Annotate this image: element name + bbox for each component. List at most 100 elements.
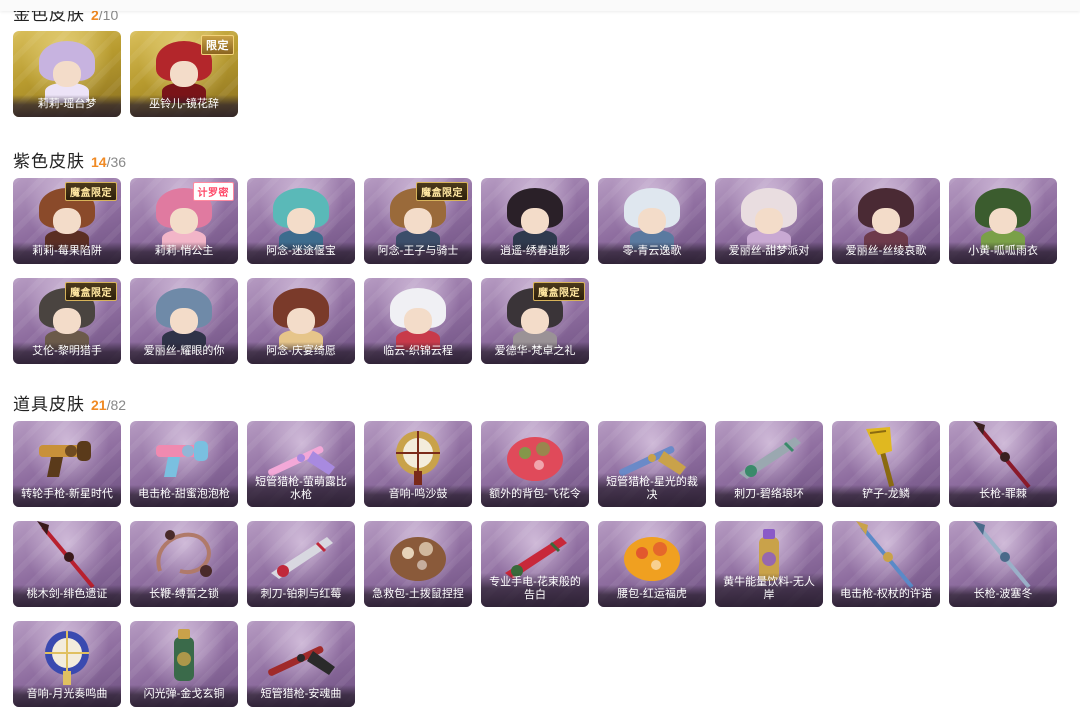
portrait-face [287, 308, 315, 334]
skin-card[interactable]: 短管猎枪-萤萌露比水枪 [247, 421, 355, 507]
portrait-face [170, 61, 198, 87]
skin-card[interactable]: 转轮手枪-新星时代 [13, 421, 121, 507]
skin-name: 爱德华-梵卓之礼 [481, 342, 589, 364]
skin-name: 电击枪-甜蜜泡泡枪 [130, 485, 238, 507]
skin-card[interactable]: 魔盒限定 爱德华-梵卓之礼 [481, 278, 589, 364]
skin-name: 急救包-土拨鼠捏捏 [364, 585, 472, 607]
skin-name: 爱丽丝-耀眼的你 [130, 342, 238, 364]
skin-name: 转轮手枪-新星时代 [13, 485, 121, 507]
skin-card[interactable]: 魔盒限定阿念-王子与骑士 [364, 178, 472, 264]
owned-count: 14 [91, 154, 107, 170]
skin-card[interactable]: 长枪-波塞冬 [949, 521, 1057, 607]
skin-card[interactable]: 腰包-红运福虎 [598, 521, 706, 607]
skin-card[interactable]: 音响-鸣沙鼓 [364, 421, 472, 507]
skin-card[interactable]: 刺刀-铂刺与红莓 [247, 521, 355, 607]
skin-grid: 转轮手枪-新星时代 电击枪-甜蜜泡泡枪 短管猎枪-萤萌露比水枪 音响-鸣沙鼓 额… [13, 421, 1073, 707]
character-portrait [390, 288, 446, 350]
skin-card[interactable]: 短管猎枪-星光的裁决 [598, 421, 706, 507]
skin-name: 莉莉-瑶台梦 [13, 95, 121, 117]
character-portrait [273, 188, 329, 250]
gun-illustration-icon [39, 441, 91, 477]
skin-card[interactable]: 魔盒限定莉莉-莓果陷阱 [13, 178, 121, 264]
limited-badge: 魔盒限定 [65, 182, 117, 201]
skin-name: 阿念-王子与骑士 [364, 242, 472, 264]
skin-card[interactable]: 逍遥-绣春逍影 [481, 178, 589, 264]
skin-card[interactable]: 临云-织锦云程 [364, 278, 472, 364]
skin-name: 音响-鸣沙鼓 [364, 485, 472, 507]
skin-card[interactable]: 阿念-迷途偃宝 [247, 178, 355, 264]
skin-card[interactable]: 音响-月光奏鸣曲 [13, 621, 121, 707]
drum-illustration-icon [396, 431, 440, 485]
section-2: 道具皮肤 21/82 转轮手枪-新星时代 电击枪-甜蜜泡泡枪 短管猎枪-萤萌露比水… [13, 390, 1073, 707]
portrait-face [638, 208, 666, 234]
portrait-face [287, 208, 315, 234]
skin-card[interactable]: 闪光弹-金戈玄铜 [130, 621, 238, 707]
skin-name: 桃木剑-绯色遗证 [13, 585, 121, 607]
skin-name: 爱丽丝-丝绫哀歌 [832, 242, 940, 264]
skin-card[interactable]: 黄牛能量饮料-无人岸 [715, 521, 823, 607]
skin-name: 电击枪-权杖的许诺 [832, 585, 940, 607]
skin-card[interactable]: 刺刀-碧络琅环 [715, 421, 823, 507]
top-bar [0, 0, 1080, 11]
owned-count: 21 [91, 397, 107, 413]
bottle-illustration-icon [174, 629, 194, 681]
skin-card[interactable]: 电击枪-权杖的许诺 [832, 521, 940, 607]
skin-grid: 魔盒限定莉莉-莓果陷阱 计罗密 莉莉-悄公主 阿念-迷途偃宝 魔盒限定阿念-王子与… [13, 178, 1073, 364]
gun-illustration-icon [156, 441, 208, 477]
skin-name: 长枪-波塞冬 [949, 585, 1057, 607]
portrait-face [521, 308, 549, 334]
skin-card[interactable]: 阿念-庆宴绮愿 [247, 278, 355, 364]
bag-illustration-icon [624, 537, 680, 581]
skin-card[interactable]: 长枪-罪棘 [949, 421, 1057, 507]
skin-card[interactable]: 铲子-龙鳞 [832, 421, 940, 507]
skin-card[interactable]: 长鞭-缚誓之锁 [130, 521, 238, 607]
skin-card[interactable]: 零-青云逸歌 [598, 178, 706, 264]
character-portrait [624, 188, 680, 250]
skin-card[interactable]: 爱丽丝-丝绫哀歌 [832, 178, 940, 264]
skin-name: 阿念-庆宴绮愿 [247, 342, 355, 364]
section-1: 紫色皮肤 14/36 魔盒限定莉莉-莓果陷阱 计罗密 莉莉-悄公主 阿念-迷途偃宝 [13, 147, 1073, 364]
skin-card[interactable]: 专业手电-花束般的告白 [481, 521, 589, 607]
character-portrait [741, 188, 797, 250]
skin-card[interactable]: 急救包-土拨鼠捏捏 [364, 521, 472, 607]
portrait-face [989, 208, 1017, 234]
skin-name: 短管猎枪-安魂曲 [247, 685, 355, 707]
skin-card[interactable]: 小黄-呱呱雨衣 [949, 178, 1057, 264]
limited-badge: 魔盒限定 [416, 182, 468, 201]
portrait-face [521, 208, 549, 234]
skin-name: 莉莉-莓果陷阱 [13, 242, 121, 264]
character-portrait [507, 188, 563, 250]
portrait-face [53, 208, 81, 234]
spear-illustration-icon [856, 521, 914, 589]
whip-illustration-icon [156, 530, 212, 577]
spear-illustration-icon [973, 521, 1031, 589]
skin-card[interactable]: 额外的背包-飞花令 [481, 421, 589, 507]
skin-grid: 莉莉-瑶台梦 限定 巫铃儿-镜花辞 [13, 31, 1073, 117]
skin-card[interactable]: 短管猎枪-安魂曲 [247, 621, 355, 707]
skin-name: 临云-织锦云程 [364, 342, 472, 364]
skin-name: 零-青云逸歌 [598, 242, 706, 264]
section-header: 道具皮肤 21/82 [13, 390, 1073, 414]
blade-illustration-icon [739, 437, 801, 479]
section-header: 紫色皮肤 14/36 [13, 147, 1073, 171]
skin-card[interactable]: 计罗密 莉莉-悄公主 [130, 178, 238, 264]
skin-name: 长鞭-缚誓之锁 [130, 585, 238, 607]
spear-illustration-icon [37, 521, 95, 589]
skin-card[interactable]: 限定 巫铃儿-镜花辞 [130, 31, 238, 117]
section-title: 紫色皮肤 [13, 152, 85, 171]
skin-name: 艾伦-黎明猎手 [13, 342, 121, 364]
shovel-illustration-icon [866, 427, 895, 487]
skin-card[interactable]: 爱丽丝-甜梦派对 [715, 178, 823, 264]
portrait-face [53, 61, 81, 87]
skin-card[interactable]: 桃木剑-绯色遗证 [13, 521, 121, 607]
portrait-face [872, 208, 900, 234]
section-title: 道具皮肤 [13, 395, 85, 414]
skin-card[interactable]: 电击枪-甜蜜泡泡枪 [130, 421, 238, 507]
skin-name: 黄牛能量饮料-无人岸 [715, 573, 823, 607]
total-count: /36 [106, 154, 127, 170]
skin-card[interactable]: 爱丽丝-耀眼的你 [130, 278, 238, 364]
portrait-face [404, 308, 432, 334]
skin-card[interactable]: 莉莉-瑶台梦 [13, 31, 121, 117]
skin-card[interactable]: 魔盒限定 艾伦-黎明猎手 [13, 278, 121, 364]
limited-badge: 计罗密 [192, 182, 234, 201]
